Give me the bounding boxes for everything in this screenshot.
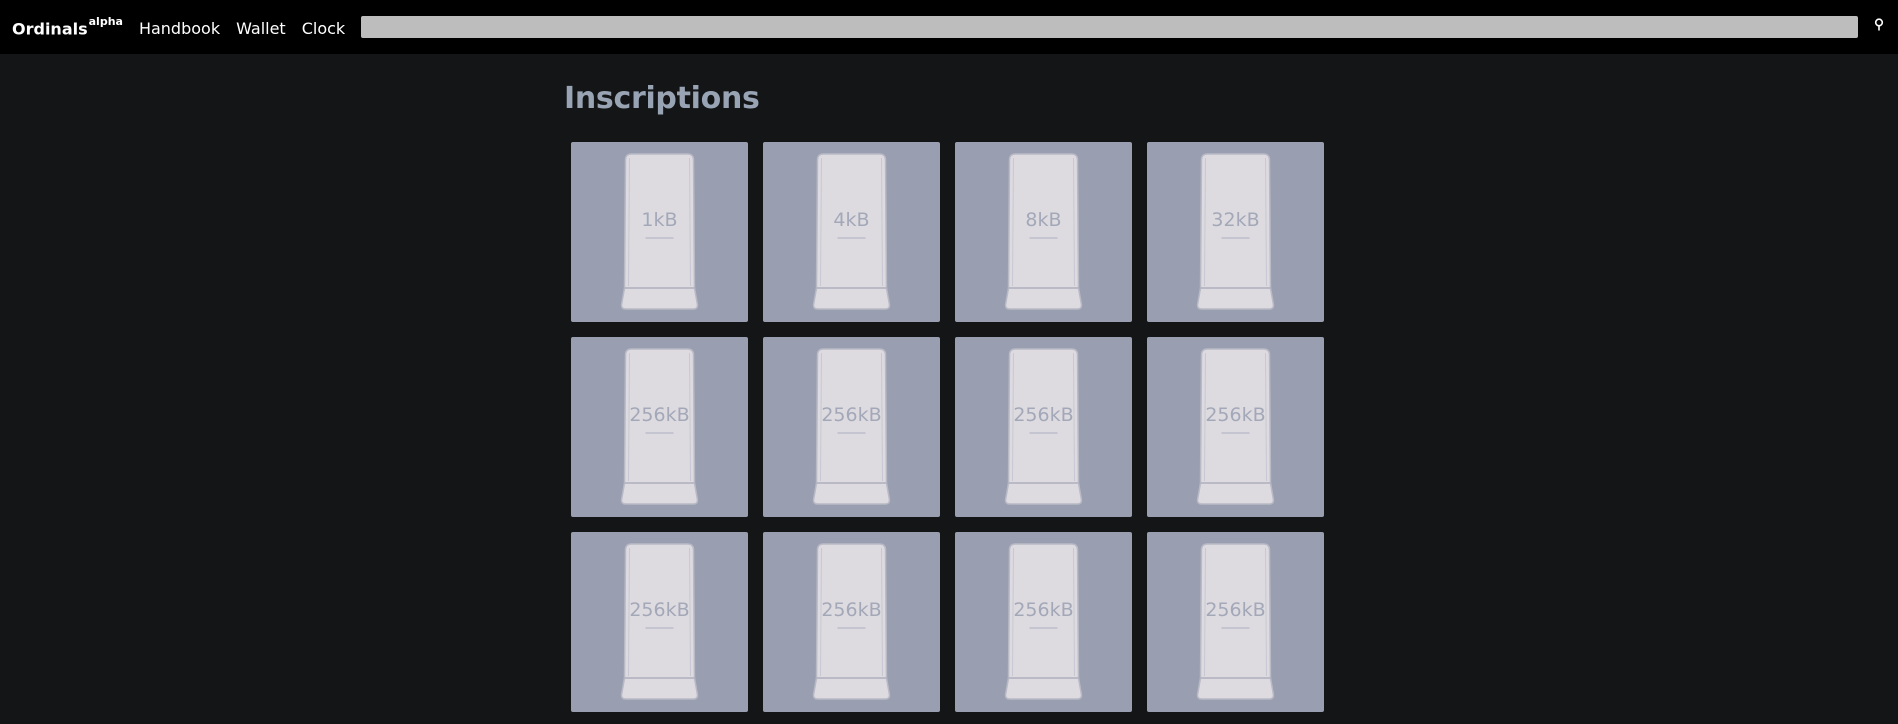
inscription-card[interactable]: 32kB bbox=[1147, 142, 1324, 322]
inscription-bar-image: 1kB bbox=[620, 153, 699, 310]
inscription-card[interactable]: 4kB bbox=[763, 142, 940, 322]
brand-name: Ordinals bbox=[12, 19, 88, 39]
inscription-size-label: 256kB bbox=[1013, 404, 1073, 426]
brand-link[interactable]: Ordinalsalpha bbox=[12, 16, 123, 39]
page-title: Inscriptions bbox=[564, 81, 760, 116]
inscription-bar-image: 256kB bbox=[1196, 348, 1275, 505]
inscription-size-label: 4kB bbox=[833, 209, 869, 231]
search-icon[interactable] bbox=[1872, 18, 1886, 36]
inscription-bar-image: 8kB bbox=[1004, 153, 1083, 310]
inscription-card[interactable]: 8kB bbox=[955, 142, 1132, 322]
inscription-bar-image: 256kB bbox=[1004, 543, 1083, 700]
inscription-card[interactable]: 256kB bbox=[763, 337, 940, 517]
inscription-card[interactable]: 256kB bbox=[571, 337, 748, 517]
inscription-bar-image: 256kB bbox=[620, 543, 699, 700]
inscription-card[interactable]: 256kB bbox=[763, 532, 940, 712]
inscription-size-label: 256kB bbox=[821, 599, 881, 621]
inscription-size-label: 256kB bbox=[629, 404, 689, 426]
navbar: Ordinalsalpha Handbook Wallet Clock bbox=[0, 0, 1898, 54]
inscription-size-label: 32kB bbox=[1211, 209, 1259, 231]
brand-alpha-badge: alpha bbox=[88, 14, 123, 28]
nav-link-wallet[interactable]: Wallet bbox=[236, 19, 286, 38]
inscription-card[interactable]: 256kB bbox=[955, 532, 1132, 712]
inscription-bar-image: 256kB bbox=[1004, 348, 1083, 505]
inscription-card[interactable]: 256kB bbox=[1147, 532, 1324, 712]
inscription-bar-image: 256kB bbox=[1196, 543, 1275, 700]
inscription-size-label: 1kB bbox=[641, 209, 677, 231]
inscription-bar-image: 256kB bbox=[620, 348, 699, 505]
nav-link-handbook[interactable]: Handbook bbox=[139, 19, 220, 38]
inscription-card[interactable]: 256kB bbox=[955, 337, 1132, 517]
inscription-bar-image: 32kB bbox=[1196, 153, 1275, 310]
nav-link-clock[interactable]: Clock bbox=[302, 19, 345, 38]
inscription-size-label: 8kB bbox=[1025, 209, 1061, 231]
inscription-bar-image: 256kB bbox=[812, 543, 891, 700]
inscription-size-label: 256kB bbox=[1205, 404, 1265, 426]
inscription-card[interactable]: 256kB bbox=[571, 532, 748, 712]
search-input[interactable] bbox=[361, 16, 1858, 38]
inscription-size-label: 256kB bbox=[821, 404, 881, 426]
inscription-card[interactable]: 256kB bbox=[1147, 337, 1324, 517]
inscription-size-label: 256kB bbox=[1013, 599, 1073, 621]
main-content: Inscriptions 1kB 4kB 8kB 32kB 256kB 256kB 256k… bbox=[564, 54, 1334, 712]
inscription-size-label: 256kB bbox=[629, 599, 689, 621]
inscription-card[interactable]: 1kB bbox=[571, 142, 748, 322]
inscription-size-label: 256kB bbox=[1205, 599, 1265, 621]
inscription-bar-image: 256kB bbox=[812, 348, 891, 505]
inscription-bar-image: 4kB bbox=[812, 153, 891, 310]
